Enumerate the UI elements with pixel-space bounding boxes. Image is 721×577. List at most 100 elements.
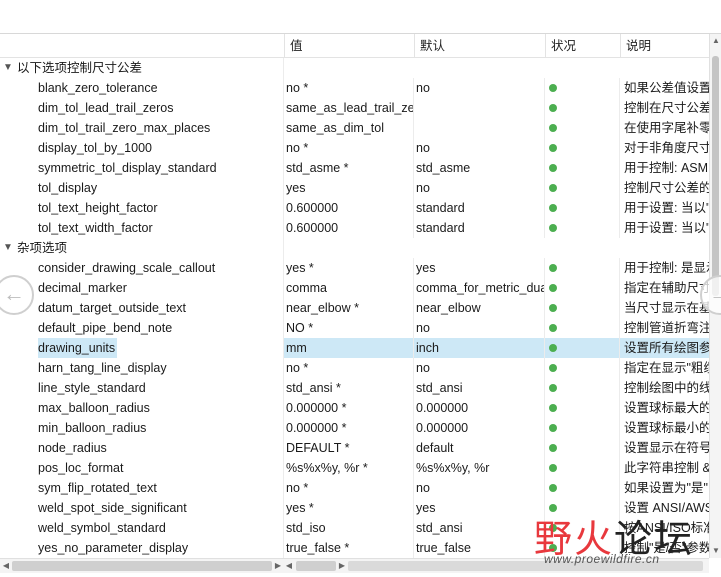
option-row[interactable]: consider_drawing_scale_callout yes * yes 用于… [0, 258, 709, 278]
options-grid: ▼ 以下选项控制尺寸公差 blank_zero_tolerance no * no 如果公… [0, 58, 709, 558]
scroll-right-icon-1[interactable]: ▶ [273, 560, 283, 572]
option-status-cell [545, 158, 620, 178]
option-value[interactable]: same_as_lead_trail_zeros [284, 98, 414, 118]
option-row[interactable]: drawing_units mm inch 设置所有绘图参 [0, 338, 709, 358]
option-value[interactable]: near_elbow * [284, 298, 414, 318]
option-row[interactable]: tol_text_width_factor 0.600000 standard 用于设… [0, 218, 709, 238]
option-name: weld_spot_side_significant [38, 501, 187, 515]
option-value[interactable]: same_as_dim_tol [284, 118, 414, 138]
header-name[interactable] [0, 34, 284, 57]
option-default: no [414, 78, 545, 98]
option-value[interactable]: yes [284, 178, 414, 198]
group-row[interactable]: ▼ 杂项选项 [0, 238, 709, 258]
option-row[interactable]: line_style_standard std_ansi * std_ansi 控制绘… [0, 378, 709, 398]
option-row[interactable]: decimal_marker comma comma_for_metric_dual… [0, 278, 709, 298]
option-row[interactable]: blank_zero_tolerance no * no 如果公差值设置 [0, 78, 709, 98]
option-name: dim_tol_trail_zero_max_places [38, 121, 211, 135]
option-row[interactable]: symmetric_tol_display_standard std_asme *… [0, 158, 709, 178]
status-ok-icon [549, 324, 557, 332]
option-value[interactable]: 0.000000 * [284, 398, 414, 418]
option-name-cell: default_pipe_bend_note [0, 318, 284, 338]
option-name: default_pipe_bend_note [38, 321, 173, 335]
collapse-triangle-icon[interactable]: ▼ [3, 238, 13, 258]
option-description: 控制在尺寸公差 [624, 101, 709, 115]
option-value[interactable]: %s%x%y, %r * [284, 458, 414, 478]
option-default: std_ansi [414, 518, 545, 538]
option-description: 当尺寸显示在基 [624, 301, 709, 315]
option-default: comma_for_metric_dual [414, 278, 545, 298]
option-value[interactable]: mm [284, 338, 414, 358]
option-description: 设置显示在符号 [624, 441, 709, 455]
option-row[interactable]: sym_flip_rotated_text no * no 如果设置为"是", [0, 478, 709, 498]
option-default: near_elbow [414, 298, 545, 318]
option-default: no [414, 478, 545, 498]
option-name-cell: blank_zero_tolerance [0, 78, 284, 98]
option-value[interactable]: std_ansi * [284, 378, 414, 398]
collapse-triangle-icon[interactable]: ▼ [3, 58, 13, 78]
option-value[interactable]: std_iso [284, 518, 414, 538]
header-description[interactable]: 说明 [620, 34, 709, 57]
option-default: no [414, 178, 545, 198]
scroll-left-icon[interactable]: ◀ [1, 560, 11, 572]
option-row[interactable]: tol_text_height_factor 0.600000 standard 用于… [0, 198, 709, 218]
scroll-left-icon-2[interactable]: ◀ [284, 560, 294, 572]
option-name-cell: yes_no_parameter_display [0, 538, 284, 558]
option-row[interactable]: tol_display yes no 控制尺寸公差的 [0, 178, 709, 198]
option-name-cell: line_style_standard [0, 378, 284, 398]
option-value[interactable]: no * [284, 78, 414, 98]
option-value[interactable]: comma [284, 278, 414, 298]
option-value[interactable]: 0.600000 [284, 198, 414, 218]
option-row[interactable]: dim_tol_lead_trail_zeros same_as_lead_tra… [0, 98, 709, 118]
option-name: max_balloon_radius [38, 401, 150, 415]
header-default[interactable]: 默认 [414, 34, 545, 57]
option-value[interactable]: no * [284, 358, 414, 378]
option-name-cell: tol_text_width_factor [0, 218, 284, 238]
option-default: 0.000000 [414, 398, 545, 418]
option-value[interactable]: 0.600000 [284, 218, 414, 238]
option-row[interactable]: harn_tang_line_display no * no 指定在显示"粗缆 [0, 358, 709, 378]
option-row[interactable]: display_tol_by_1000 no * no 对于非角度尺寸 [0, 138, 709, 158]
status-ok-icon [549, 184, 557, 192]
option-row[interactable]: pos_loc_format %s%x%y, %r * %s%x%y, %r 此字符串… [0, 458, 709, 478]
option-description: 用于设置: 当以" [624, 221, 709, 235]
option-default: no [414, 138, 545, 158]
option-description: 用于控制: ASME [624, 161, 709, 175]
watermark-url: www.proewildfire.cn [544, 552, 660, 566]
vertical-scroll-thumb[interactable] [712, 56, 719, 296]
horizontal-scroll-thumb-name[interactable] [12, 561, 272, 571]
option-status-cell [545, 358, 620, 378]
option-name-cell: drawing_units [0, 338, 284, 358]
group-row[interactable]: ▼ 以下选项控制尺寸公差 [0, 58, 709, 78]
option-name-cell: dim_tol_trail_zero_max_places [0, 118, 284, 138]
option-row[interactable]: dim_tol_trail_zero_max_places same_as_dim… [0, 118, 709, 138]
option-default: yes [414, 498, 545, 518]
scroll-up-icon[interactable]: ▲ [711, 35, 721, 47]
option-status-cell [545, 118, 620, 138]
option-row[interactable]: min_balloon_radius 0.000000 * 0.000000 设置球标… [0, 418, 709, 438]
option-value[interactable]: no * [284, 138, 414, 158]
header-status[interactable]: 状况 [545, 34, 620, 57]
option-row[interactable]: default_pipe_bend_note NO * no 控制管道折弯注 [0, 318, 709, 338]
option-value[interactable]: DEFAULT * [284, 438, 414, 458]
option-default: 0.000000 [414, 418, 545, 438]
group-label: 以下选项控制尺寸公差 [17, 61, 143, 75]
option-name: pos_loc_format [38, 461, 124, 475]
option-value[interactable]: 0.000000 * [284, 418, 414, 438]
option-status-cell [545, 198, 620, 218]
option-row[interactable]: max_balloon_radius 0.000000 * 0.000000 设置球标… [0, 398, 709, 418]
option-value[interactable]: no * [284, 478, 414, 498]
header-value[interactable]: 值 [284, 34, 414, 57]
option-description: 指定在显示"粗缆 [624, 361, 709, 375]
option-value[interactable]: yes * [284, 498, 414, 518]
option-value[interactable]: NO * [284, 318, 414, 338]
option-name-cell: datum_target_outside_text [0, 298, 284, 318]
option-value[interactable]: std_asme * [284, 158, 414, 178]
status-ok-icon [549, 424, 557, 432]
horizontal-scroll-thumb-values[interactable] [296, 561, 336, 571]
scroll-right-icon-2[interactable]: ▶ [337, 560, 347, 572]
option-value[interactable]: true_false * [284, 538, 414, 558]
option-description: 此字符串控制 & [624, 461, 709, 475]
option-row[interactable]: datum_target_outside_text near_elbow * nea… [0, 298, 709, 318]
option-row[interactable]: node_radius DEFAULT * default 设置显示在符号 [0, 438, 709, 458]
option-value[interactable]: yes * [284, 258, 414, 278]
